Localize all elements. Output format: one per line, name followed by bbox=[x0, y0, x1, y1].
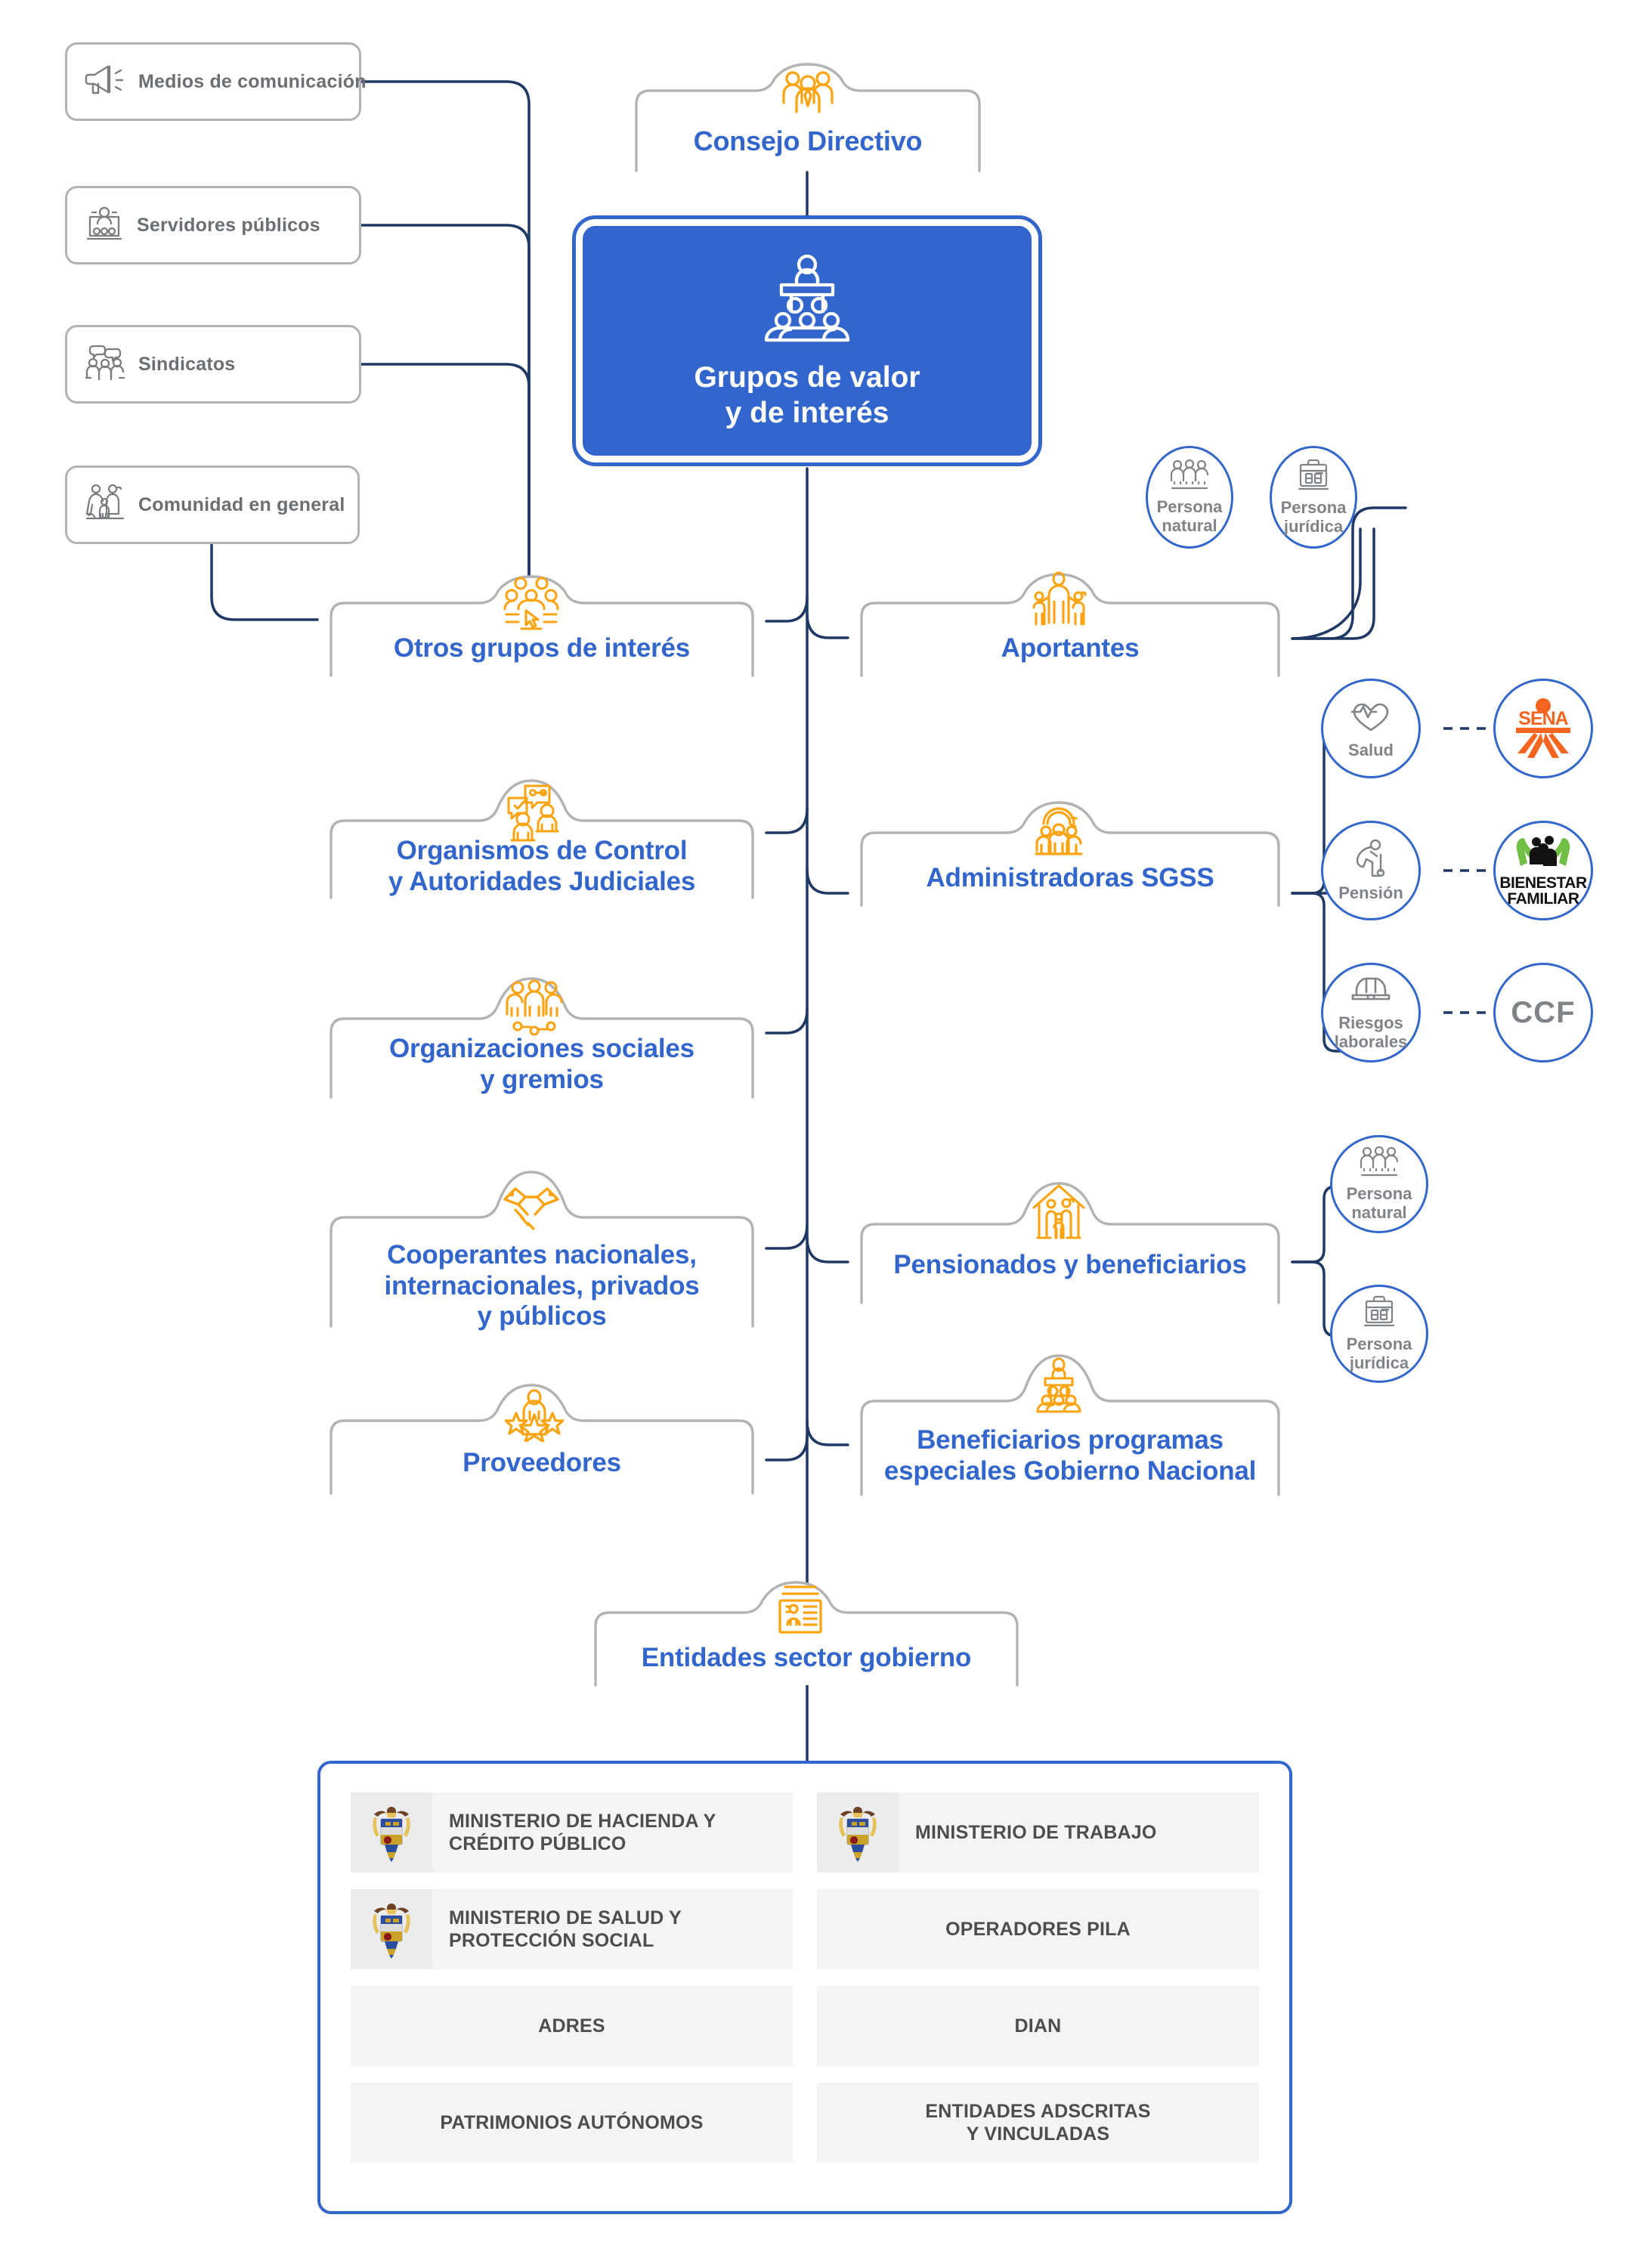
side-card-servidores[interactable]: Servidores públicos bbox=[65, 186, 361, 264]
union-speech-icon bbox=[84, 343, 126, 386]
circle-logo-ccf[interactable]: CCF bbox=[1493, 963, 1593, 1062]
gov-cell[interactable]: ADRES bbox=[351, 1986, 793, 2066]
gov-cell[interactable]: DIAN bbox=[817, 1986, 1259, 2066]
circle-label: Persona jurídica bbox=[1280, 497, 1347, 536]
government-entities-panel: MINISTERIO DE HACIENDA Y CRÉDITO PÚBLICO bbox=[317, 1761, 1292, 2214]
hard-hat-icon bbox=[1350, 974, 1392, 1011]
node-administradoras-sgss[interactable]: Administradoras SGSS bbox=[848, 800, 1292, 907]
node-otros-grupos-de-interes[interactable]: Otros grupos de interés bbox=[317, 574, 766, 677]
side-card-sindicatos[interactable]: Sindicatos bbox=[65, 325, 361, 404]
podium-audience-icon bbox=[750, 251, 865, 348]
circle-label: Persona jurídica bbox=[1346, 1334, 1412, 1372]
node-label: Aportantes bbox=[1001, 633, 1140, 663]
node-label: Pensionados y beneficiarios bbox=[893, 1250, 1247, 1279]
colombia-coat-of-arms-icon bbox=[351, 1889, 432, 1969]
circle-label: Salud bbox=[1348, 741, 1394, 760]
circle-label: Persona natural bbox=[1346, 1183, 1412, 1222]
node-label: Consejo Directivo bbox=[693, 125, 923, 156]
bienestar-familiar-logo: BIENESTAR FAMILIAR bbox=[1499, 834, 1587, 908]
gov-cell[interactable]: MINISTERIO DE TRABAJO bbox=[817, 1792, 1259, 1873]
briefcase-icon bbox=[1361, 1295, 1397, 1334]
side-card-comunidad[interactable]: Comunidad en general bbox=[65, 465, 360, 544]
stakeholder-map-diagram: Medios de comunicación Servidores públic… bbox=[0, 0, 1652, 2264]
node-consejo-directivo[interactable]: Consejo Directivo bbox=[623, 62, 993, 172]
gov-cell[interactable]: MINISTERIO DE HACIENDA Y CRÉDITO PÚBLICO bbox=[351, 1792, 793, 1873]
gov-cell-label: MINISTERIO DE TRABAJO bbox=[915, 1821, 1157, 1843]
gov-cell[interactable]: PATRIMONIOS AUTÓNOMOS bbox=[351, 2083, 793, 2163]
circle-pensionados-persona-natural[interactable]: Persona natural bbox=[1330, 1135, 1428, 1233]
audience-cursor-icon bbox=[502, 576, 561, 636]
public-servant-icon bbox=[84, 204, 125, 247]
sgss-admin-icon bbox=[1030, 804, 1087, 864]
side-card-label: Medios de comunicación bbox=[138, 70, 367, 92]
side-card-label: Sindicatos bbox=[138, 353, 236, 375]
node-label: Cooperantes nacionales, internacionales,… bbox=[384, 1240, 700, 1331]
circle-sgss-salud[interactable]: Salud bbox=[1321, 679, 1421, 778]
node-label: Proveedores bbox=[462, 1448, 621, 1477]
gov-cell-label: ENTIDADES ADSCRITAS Y VINCULADAS bbox=[925, 2100, 1151, 2145]
gov-cell[interactable]: ENTIDADES ADSCRITAS Y VINCULADAS bbox=[817, 2083, 1259, 2163]
family-contributors-icon bbox=[1029, 571, 1089, 634]
ccf-label: CCF bbox=[1511, 995, 1576, 1029]
gov-cell-label: DIAN bbox=[1014, 2015, 1062, 2037]
gov-cell-label: MINISTERIO DE HACIENDA Y CRÉDITO PÚBLICO bbox=[449, 1810, 716, 1855]
side-card-label: Servidores públicos bbox=[137, 214, 320, 236]
hero-label: Grupos de valor y de interés bbox=[694, 360, 920, 429]
briefcase-icon bbox=[1295, 459, 1332, 497]
node-aportantes[interactable]: Aportantes bbox=[848, 571, 1292, 677]
circle-label: Persona natural bbox=[1156, 496, 1223, 535]
gov-cell[interactable]: OPERADORES PILA bbox=[817, 1889, 1259, 1969]
house-family-icon bbox=[1029, 1182, 1089, 1246]
circle-logo-sena[interactable]: SENA bbox=[1493, 679, 1593, 778]
circle-sgss-pension[interactable]: Pensión bbox=[1321, 821, 1421, 920]
id-document-icon bbox=[773, 1581, 828, 1641]
podium-audience-icon bbox=[1030, 1357, 1087, 1418]
gov-cell-label: PATRIMONIOS AUTÓNOMOS bbox=[440, 2111, 704, 2133]
social-orgs-icon bbox=[504, 978, 565, 1041]
community-family-icon bbox=[84, 482, 126, 528]
circle-label: Pensión bbox=[1338, 883, 1403, 903]
circle-logo-icbf[interactable]: BIENESTAR FAMILIAR bbox=[1493, 821, 1593, 920]
circle-pensionados-persona-juridica[interactable]: Persona jurídica bbox=[1330, 1285, 1428, 1383]
node-label: Organismos de Control y Autoridades Judi… bbox=[388, 836, 696, 896]
node-label: Administradoras SGSS bbox=[926, 863, 1214, 892]
sena-logo: SENA bbox=[1511, 697, 1576, 759]
gov-cell[interactable]: MINISTERIO DE SALUD Y PROTECCIÓN SOCIAL bbox=[351, 1889, 793, 1969]
node-label: Entidades sector gobierno bbox=[641, 1643, 972, 1672]
side-card-medios[interactable]: Medios de comunicación bbox=[65, 42, 366, 121]
node-cooperantes[interactable]: Cooperantes nacionales, internacionales,… bbox=[317, 1168, 766, 1331]
node-beneficiarios-programas[interactable]: Beneficiarios programas especiales Gobie… bbox=[848, 1353, 1292, 1496]
node-proveedores[interactable]: Proveedores bbox=[317, 1383, 766, 1495]
node-label: Beneficiarios programas especiales Gobie… bbox=[883, 1425, 1257, 1486]
circle-aportantes-persona-juridica[interactable]: Persona jurídica bbox=[1270, 446, 1357, 549]
circle-aportantes-persona-natural[interactable]: Persona natural bbox=[1146, 446, 1233, 549]
node-label: Otros grupos de interés bbox=[393, 633, 691, 663]
people-group-icon bbox=[780, 66, 836, 126]
svg-text:SENA: SENA bbox=[1518, 708, 1568, 729]
supplier-stars-icon bbox=[504, 1387, 565, 1446]
circle-label: Riesgos laborales bbox=[1334, 1013, 1408, 1051]
handshake-icon bbox=[502, 1180, 561, 1239]
icbf-logo-text: BIENESTAR FAMILIAR bbox=[1499, 874, 1587, 908]
elderly-person-icon bbox=[1350, 838, 1391, 881]
hero-grupos-de-valor[interactable]: Grupos de valor y de interés bbox=[572, 215, 1042, 466]
node-pensionados-y-beneficiarios[interactable]: Pensionados y beneficiarios bbox=[848, 1180, 1292, 1304]
gov-cell-label: OPERADORES PILA bbox=[945, 1918, 1131, 1940]
government-entities-grid: MINISTERIO DE HACIENDA Y CRÉDITO PÚBLICO bbox=[351, 1792, 1259, 2163]
gov-cell-label: ADRES bbox=[538, 2015, 605, 2037]
node-entidades-sector-gobierno[interactable]: Entidades sector gobierno bbox=[582, 1579, 1031, 1687]
circle-sgss-riesgos-laborales[interactable]: Riesgos laborales bbox=[1321, 963, 1421, 1062]
gov-cell-label: MINISTERIO DE SALUD Y PROTECCIÓN SOCIAL bbox=[449, 1907, 682, 1952]
node-organizaciones-sociales[interactable]: Organizaciones sociales y gremios bbox=[317, 976, 766, 1099]
colombia-coat-of-arms-icon bbox=[817, 1792, 899, 1873]
megaphone-icon bbox=[84, 61, 126, 103]
node-organismos-de-control[interactable]: Organismos de Control y Autoridades Judi… bbox=[317, 778, 766, 899]
side-card-label: Comunidad en general bbox=[138, 493, 345, 515]
heart-pulse-icon bbox=[1350, 697, 1392, 737]
node-label: Organizaciones sociales y gremios bbox=[389, 1034, 695, 1094]
three-people-icon bbox=[1169, 459, 1210, 496]
three-people-icon bbox=[1359, 1146, 1400, 1183]
colombia-coat-of-arms-icon bbox=[351, 1792, 432, 1873]
